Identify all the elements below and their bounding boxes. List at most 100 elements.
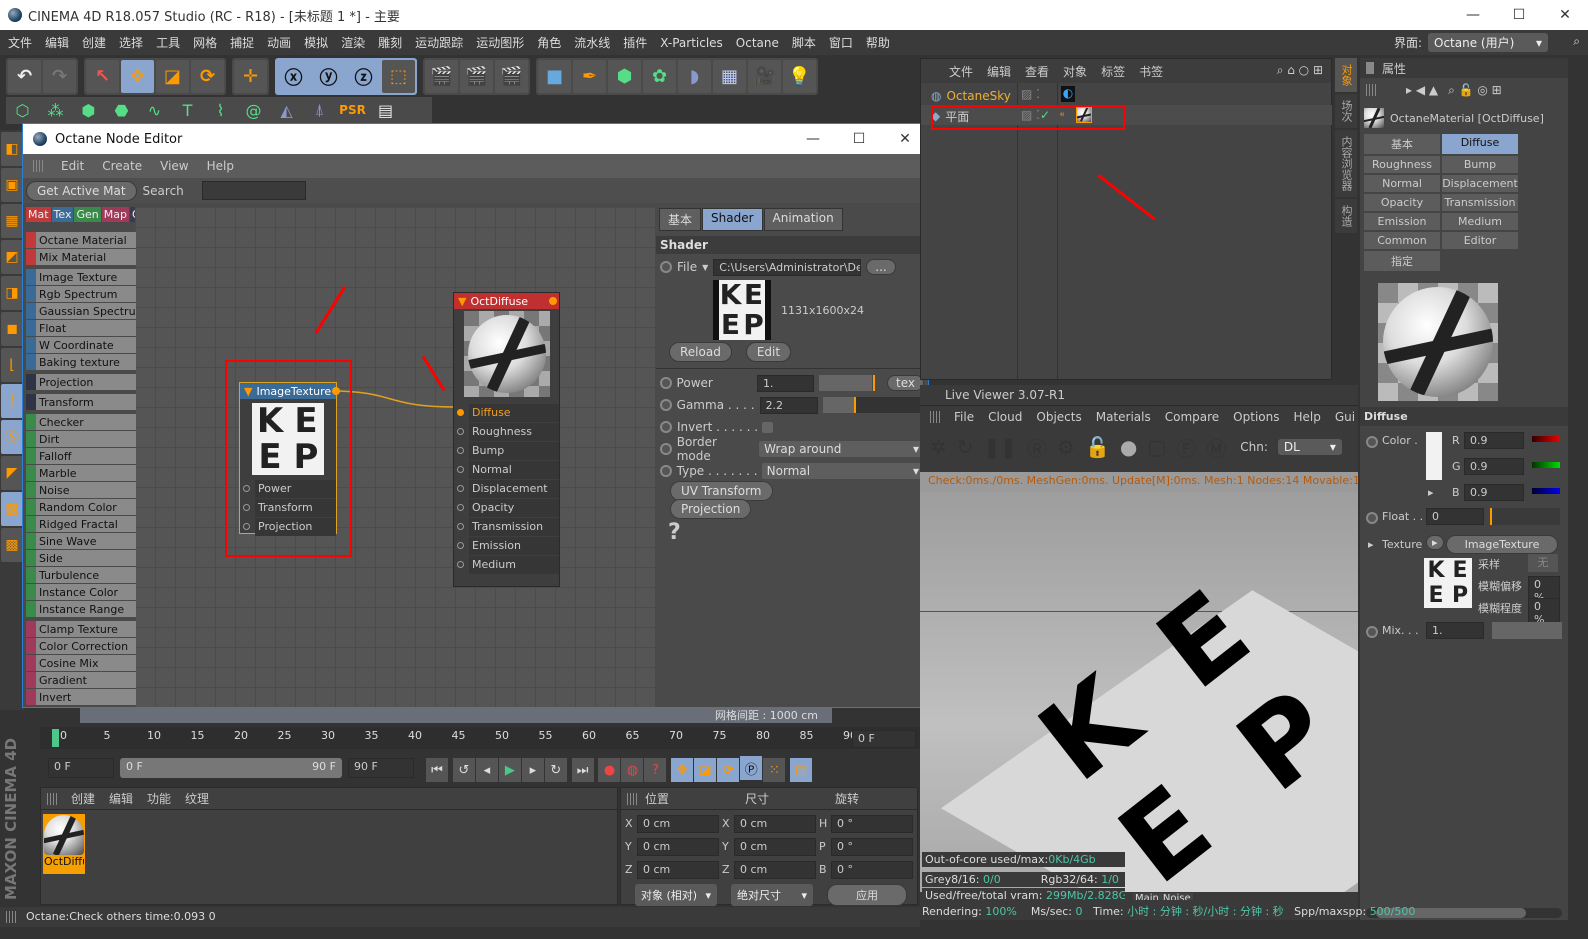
redo-icon[interactable]: ↷	[43, 60, 76, 93]
camera-icon[interactable]: 🎥	[748, 60, 781, 93]
tab-基本[interactable]: 基本	[659, 208, 702, 231]
live-viewer-menu-item[interactable]: Compare	[1165, 410, 1219, 424]
visibility-icon[interactable]: ▨ ⁚	[1021, 87, 1040, 101]
go-to-start-icon[interactable]: ⏮	[426, 758, 448, 782]
node-port-diffuse[interactable]: Diffuse	[454, 403, 559, 422]
render-settings-icon[interactable]: 🎬	[495, 60, 528, 93]
pen-icon[interactable]: ✒	[573, 60, 606, 93]
texture-mode-icon[interactable]: ▣	[1, 168, 23, 202]
mix-field[interactable]: 1.	[1426, 622, 1484, 639]
channel-dropdown[interactable]: DL ▾	[1277, 439, 1342, 455]
key-pla-icon[interactable]: ⁙	[763, 758, 786, 782]
node-editor-maximize-button[interactable]: ☐	[836, 124, 882, 154]
object-row-octanesky[interactable]: ◍ OctaneSky	[931, 87, 1011, 105]
channel-tab[interactable]: Medium	[1442, 213, 1518, 230]
side-tab[interactable]: 构造	[1335, 199, 1357, 233]
restart-icon[interactable]: ↻	[957, 435, 974, 459]
node-port-displacement[interactable]: Displacement	[454, 479, 559, 498]
menu-item[interactable]: 流水线	[574, 34, 610, 51]
menu-item[interactable]: 文件	[8, 34, 32, 51]
node-port-roughness[interactable]: Roughness	[454, 422, 559, 441]
live-viewer-menu-item[interactable]: Help	[1293, 410, 1320, 424]
workplane-grid-icon[interactable]: ▩	[1, 528, 23, 562]
node-palette-item[interactable]: Checker	[26, 414, 136, 430]
node-palette-item[interactable]: Dirt	[26, 431, 136, 447]
tab-animation[interactable]: Animation	[763, 208, 843, 231]
file-path-field[interactable]: C:\Users\Administrator\Desktop\	[713, 258, 862, 276]
node-palette-item[interactable]: Octane Material	[26, 232, 136, 248]
play-icon[interactable]: ▶	[498, 758, 521, 782]
menu-item[interactable]: Octane	[736, 36, 779, 50]
node-palette-item[interactable]: Baking texture	[26, 354, 136, 370]
port-connector[interactable]	[457, 428, 464, 435]
get-active-mat-button[interactable]: Get Active Mat	[26, 180, 137, 201]
helix-icon[interactable]: @	[237, 97, 270, 123]
edit-button[interactable]: Edit	[745, 342, 792, 362]
environment-tag-icon[interactable]: ◐	[1061, 86, 1075, 102]
chevron-down-icon[interactable]: ▼	[702, 263, 708, 272]
live-selection-icon[interactable]: ✛	[234, 60, 267, 93]
key-scale-icon[interactable]: ◪	[694, 758, 717, 782]
node-port-transform[interactable]: Transform	[240, 498, 336, 517]
previous-key-icon[interactable]: ↺	[452, 758, 475, 782]
material-manager-menu-item[interactable]: 编辑	[109, 790, 133, 807]
scale-tool-icon[interactable]: ◪	[156, 60, 189, 93]
tab-shader[interactable]: Shader	[702, 208, 763, 231]
lock-icon[interactable]: ◤	[1, 456, 23, 490]
key-rotation-icon[interactable]: ⟳	[717, 758, 740, 782]
category-tab-map[interactable]: Map	[101, 207, 129, 222]
menu-item[interactable]: 捕捉	[230, 34, 254, 51]
node-editor-minimize-button[interactable]: —	[790, 124, 836, 154]
live-viewer-menu-item[interactable]: Materials	[1096, 410, 1151, 424]
b-slider[interactable]	[1532, 488, 1560, 494]
object-manager-menu-item[interactable]: 查看	[1025, 63, 1049, 80]
node-palette-item[interactable]: Clamp Texture	[26, 621, 136, 637]
record-keys-icon[interactable]: ●	[598, 758, 621, 782]
material-manager-menu-item[interactable]: 创建	[71, 790, 95, 807]
port-connector[interactable]	[243, 485, 250, 492]
keyframe-selection-icon[interactable]: ?	[644, 758, 667, 782]
channel-tab[interactable]: Displacement	[1442, 175, 1518, 192]
coordinate-system-icon[interactable]: ⬚	[382, 60, 415, 93]
node-palette-item[interactable]: Image Texture	[26, 269, 136, 285]
snap-icon[interactable]: Ⓢ	[1, 420, 23, 454]
script-icon[interactable]: ▤	[369, 97, 402, 123]
animate-radio[interactable]	[660, 261, 672, 273]
next-key-icon[interactable]: ↻	[544, 758, 567, 782]
category-tab-gen[interactable]: Gen	[74, 207, 101, 222]
image-texture-node[interactable]: ▼ ImageTexture KEEP Power Transform Project…	[239, 382, 340, 536]
select-tool-icon[interactable]: ↖	[86, 60, 119, 93]
texture-button[interactable]: ImageTexture	[1446, 535, 1558, 554]
channel-tab[interactable]: Opacity	[1364, 194, 1440, 211]
menu-item[interactable]: 创建	[82, 34, 106, 51]
port-connector[interactable]	[457, 504, 464, 511]
animate-radio[interactable]	[660, 443, 672, 455]
category-tab-tex[interactable]: Tex	[51, 207, 74, 222]
go-to-end-icon[interactable]: ⏭	[571, 758, 594, 782]
z-axis-icon[interactable]: ⓩ	[347, 60, 380, 93]
node-palette-item[interactable]: Instance Color	[26, 584, 136, 600]
live-viewer-menu-item[interactable]: Options	[1233, 410, 1279, 424]
points-mode-icon[interactable]: ◩	[1, 240, 23, 274]
projection-button[interactable]: Projection	[670, 499, 752, 519]
range-slider[interactable]: 0 F 90 F	[120, 758, 342, 778]
port-connector[interactable]	[457, 542, 464, 549]
floor-icon[interactable]: ▦	[713, 60, 746, 93]
extrude-icon[interactable]: ⬢	[72, 97, 105, 123]
focus-pick-icon[interactable]: Ⓕ	[1176, 433, 1196, 462]
reload-button[interactable]: Reload	[669, 342, 732, 362]
channel-tab[interactable]: Bump	[1442, 156, 1518, 173]
live-viewer-menu-item[interactable]: Cloud	[988, 410, 1022, 424]
rotate-tool-icon[interactable]: ⟳	[191, 60, 224, 93]
animate-radio[interactable]	[1366, 436, 1378, 448]
gamma-slider[interactable]	[822, 397, 924, 413]
port-connector[interactable]	[457, 409, 464, 416]
oct-diffuse-node[interactable]: ▼ OctDiffuse Diffuse Roughness Bump Normal Di…	[453, 292, 560, 587]
browse-button[interactable]: ...	[866, 259, 896, 275]
position-field[interactable]: 0 cm	[637, 860, 719, 879]
menu-item[interactable]: 窗口	[829, 34, 853, 51]
text-icon[interactable]: T	[171, 97, 204, 123]
node-port-emission[interactable]: Emission	[454, 536, 559, 555]
node-palette-item[interactable]: Turbulence	[26, 567, 136, 583]
position-field[interactable]: 0 cm	[637, 837, 719, 856]
